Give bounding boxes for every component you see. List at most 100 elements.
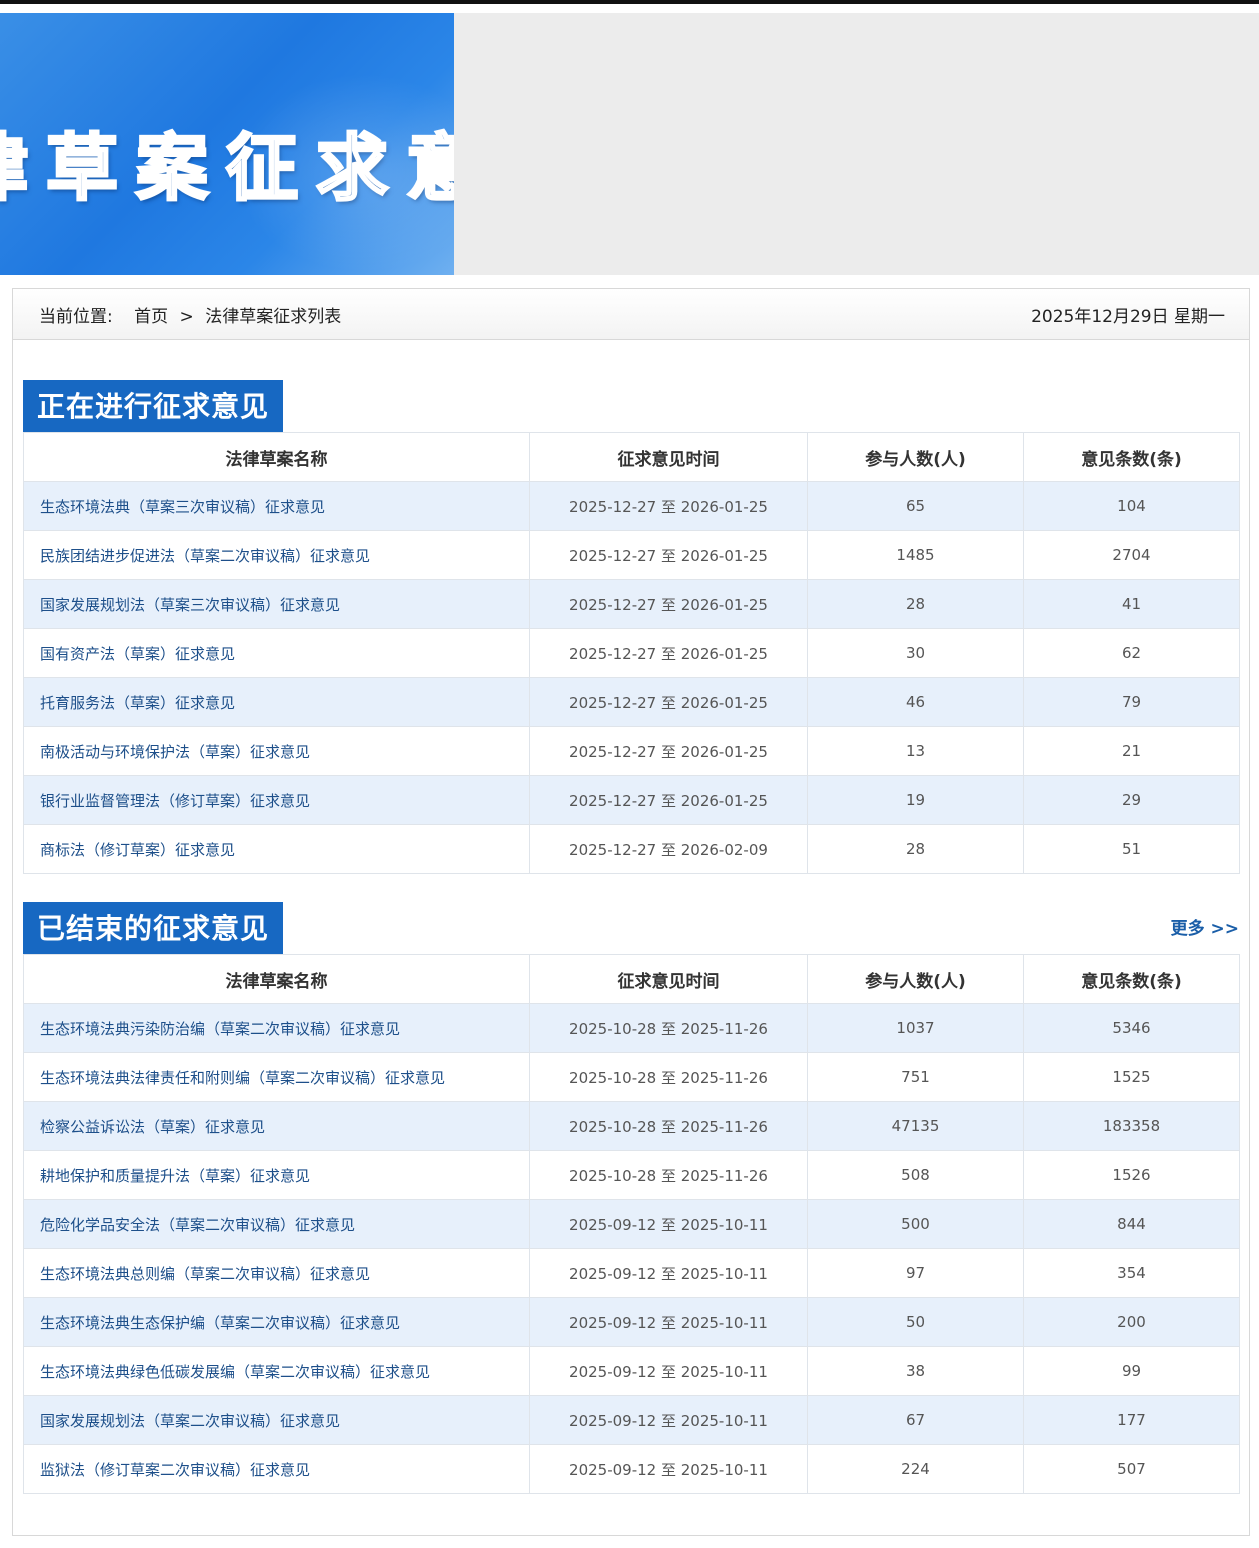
comment-count: 104 (1023, 481, 1240, 531)
table-row[interactable]: 国有资产法（草案）征求意见 2025-12-27 至 2026-01-25 30 62 (23, 628, 1240, 678)
comment-period: 2025-09-12 至 2025-10-11 (529, 1297, 808, 1347)
breadcrumb-home-link[interactable]: 首页 (134, 307, 168, 327)
table-row[interactable]: 民族团结进步促进法（草案二次审议稿）征求意见 2025-12-27 至 2026-… (23, 530, 1240, 580)
table-row[interactable]: 生态环境法典法律责任和附则编（草案二次审议稿）征求意见 2025-10-28 至 … (23, 1052, 1240, 1102)
comment-count: 844 (1023, 1199, 1240, 1249)
ended-section-header: 已结束的征求意见 更多 >> (23, 900, 1239, 956)
comment-count: 354 (1023, 1248, 1240, 1298)
breadcrumb: 当前位置: 首页 > 法律草案征求列表 (39, 302, 347, 327)
participant-count: 500 (807, 1199, 1024, 1249)
content-panel: 当前位置: 首页 > 法律草案征求列表 2025年12月29日 星期一 正在进行… (12, 288, 1250, 1536)
column-header-period: 征求意见时间 (529, 432, 808, 482)
ongoing-section-title: 正在进行征求意见 (23, 380, 284, 434)
draft-name-link[interactable]: 国家发展规划法（草案三次审议稿）征求意见 (23, 579, 530, 629)
draft-name-link[interactable]: 耕地保护和质量提升法（草案）征求意见 (23, 1150, 530, 1200)
draft-name-link[interactable]: 生态环境法典总则编（草案二次审议稿）征求意见 (23, 1248, 530, 1298)
comment-count: 79 (1023, 677, 1240, 727)
draft-name-link[interactable]: 生态环境法典生态保护编（草案二次审议稿）征求意见 (23, 1297, 530, 1347)
banner-image: 律草案征求意 (0, 13, 454, 275)
participant-count: 28 (807, 824, 1024, 874)
more-link[interactable]: 更多 >> (1171, 914, 1239, 939)
participant-count: 50 (807, 1297, 1024, 1347)
draft-name-link[interactable]: 国有资产法（草案）征求意见 (23, 628, 530, 678)
column-header-participants: 参与人数(人) (807, 954, 1024, 1004)
table-row[interactable]: 国家发展规划法（草案二次审议稿）征求意见 2025-09-12 至 2025-10… (23, 1395, 1240, 1445)
table-row[interactable]: 商标法（修订草案）征求意见 2025-12-27 至 2026-02-09 28 51 (23, 824, 1240, 874)
draft-name-link[interactable]: 危险化学品安全法（草案二次审议稿）征求意见 (23, 1199, 530, 1249)
draft-name-link[interactable]: 生态环境法典法律责任和附则编（草案二次审议稿）征求意见 (23, 1052, 530, 1102)
comment-period: 2025-12-27 至 2026-01-25 (529, 530, 808, 580)
comment-period: 2025-09-12 至 2025-10-11 (529, 1248, 808, 1298)
participant-count: 38 (807, 1346, 1024, 1396)
table-row[interactable]: 生态环境法典（草案三次审议稿）征求意见 2025-12-27 至 2026-01-… (23, 481, 1240, 531)
draft-name-link[interactable]: 生态环境法典（草案三次审议稿）征求意见 (23, 481, 530, 531)
draft-name-link[interactable]: 监狱法（修订草案二次审议稿）征求意见 (23, 1444, 530, 1494)
ended-section-title: 已结束的征求意见 (23, 902, 284, 956)
draft-name-link[interactable]: 银行业监督管理法（修订草案）征求意见 (23, 775, 530, 825)
comment-count: 507 (1023, 1444, 1240, 1494)
table-row[interactable]: 生态环境法典绿色低碳发展编（草案二次审议稿）征求意见 2025-09-12 至 2… (23, 1346, 1240, 1396)
participant-count: 67 (807, 1395, 1024, 1445)
participant-count: 1485 (807, 530, 1024, 580)
comment-period: 2025-12-27 至 2026-01-25 (529, 775, 808, 825)
column-header-name: 法律草案名称 (23, 954, 530, 1004)
comment-period: 2025-12-27 至 2026-01-25 (529, 481, 808, 531)
table-row[interactable]: 监狱法（修订草案二次审议稿）征求意见 2025-09-12 至 2025-10-1… (23, 1444, 1240, 1494)
top-rule (0, 0, 1259, 4)
participant-count: 1037 (807, 1003, 1024, 1053)
comment-period: 2025-10-28 至 2025-11-26 (529, 1003, 808, 1053)
table-row[interactable]: 国家发展规划法（草案三次审议稿）征求意见 2025-12-27 至 2026-01… (23, 579, 1240, 629)
table-row[interactable]: 生态环境法典总则编（草案二次审议稿）征求意见 2025-09-12 至 2025-… (23, 1248, 1240, 1298)
participant-count: 28 (807, 579, 1024, 629)
draft-name-link[interactable]: 生态环境法典绿色低碳发展编（草案二次审议稿）征求意见 (23, 1346, 530, 1396)
draft-name-link[interactable]: 商标法（修订草案）征求意见 (23, 824, 530, 874)
column-header-participants: 参与人数(人) (807, 432, 1024, 482)
ongoing-table: 法律草案名称 征求意见时间 参与人数(人) 意见条数(条) 生态环境法典（草案三… (23, 432, 1240, 874)
banner-row: 律草案征求意 (0, 13, 1259, 275)
comment-count: 177 (1023, 1395, 1240, 1445)
comment-period: 2025-09-12 至 2025-10-11 (529, 1444, 808, 1494)
draft-name-link[interactable]: 国家发展规划法（草案二次审议稿）征求意见 (23, 1395, 530, 1445)
comment-period: 2025-09-12 至 2025-10-11 (529, 1346, 808, 1396)
comment-count: 51 (1023, 824, 1240, 874)
ongoing-section-header: 正在进行征求意见 (23, 378, 1239, 434)
table-row[interactable]: 生态环境法典生态保护编（草案二次审议稿）征求意见 2025-09-12 至 202… (23, 1297, 1240, 1347)
participant-count: 65 (807, 481, 1024, 531)
breadcrumb-bar: 当前位置: 首页 > 法律草案征求列表 2025年12月29日 星期一 (13, 289, 1249, 340)
table-header-row: 法律草案名称 征求意见时间 参与人数(人) 意见条数(条) (23, 432, 1240, 482)
participant-count: 751 (807, 1052, 1024, 1102)
comment-period: 2025-12-27 至 2026-02-09 (529, 824, 808, 874)
column-header-name: 法律草案名称 (23, 432, 530, 482)
comment-period: 2025-12-27 至 2026-01-25 (529, 726, 808, 776)
breadcrumb-current: 法律草案征求列表 (205, 307, 342, 327)
table-row[interactable]: 检察公益诉讼法（草案）征求意见 2025-10-28 至 2025-11-26 47… (23, 1101, 1240, 1151)
comment-period: 2025-09-12 至 2025-10-11 (529, 1395, 808, 1445)
table-row[interactable]: 托育服务法（草案）征求意见 2025-12-27 至 2026-01-25 46 79 (23, 677, 1240, 727)
participant-count: 19 (807, 775, 1024, 825)
column-header-comments: 意见条数(条) (1023, 954, 1240, 1004)
table-row[interactable]: 耕地保护和质量提升法（草案）征求意见 2025-10-28 至 2025-11-2… (23, 1150, 1240, 1200)
participant-count: 46 (807, 677, 1024, 727)
comment-count: 2704 (1023, 530, 1240, 580)
draft-name-link[interactable]: 托育服务法（草案）征求意见 (23, 677, 530, 727)
comment-period: 2025-10-28 至 2025-11-26 (529, 1052, 808, 1102)
table-row[interactable]: 银行业监督管理法（修订草案）征求意见 2025-12-27 至 2026-01-2… (23, 775, 1240, 825)
participant-count: 97 (807, 1248, 1024, 1298)
comment-period: 2025-10-28 至 2025-11-26 (529, 1150, 808, 1200)
comment-period: 2025-12-27 至 2026-01-25 (529, 677, 808, 727)
draft-name-link[interactable]: 生态环境法典污染防治编（草案二次审议稿）征求意见 (23, 1003, 530, 1053)
comment-period: 2025-12-27 至 2026-01-25 (529, 579, 808, 629)
breadcrumb-separator: > (179, 307, 194, 327)
table-row[interactable]: 危险化学品安全法（草案二次审议稿）征求意见 2025-09-12 至 2025-1… (23, 1199, 1240, 1249)
table-header-row: 法律草案名称 征求意见时间 参与人数(人) 意见条数(条) (23, 954, 1240, 1004)
comment-count: 5346 (1023, 1003, 1240, 1053)
breadcrumb-label: 当前位置: (39, 307, 113, 327)
draft-name-link[interactable]: 民族团结进步促进法（草案二次审议稿）征求意见 (23, 530, 530, 580)
table-row[interactable]: 生态环境法典污染防治编（草案二次审议稿）征求意见 2025-10-28 至 202… (23, 1003, 1240, 1053)
comment-count: 29 (1023, 775, 1240, 825)
draft-name-link[interactable]: 检察公益诉讼法（草案）征求意见 (23, 1101, 530, 1151)
participant-count: 224 (807, 1444, 1024, 1494)
table-row[interactable]: 南极活动与环境保护法（草案）征求意见 2025-12-27 至 2026-01-2… (23, 726, 1240, 776)
draft-name-link[interactable]: 南极活动与环境保护法（草案）征求意见 (23, 726, 530, 776)
comment-count: 183358 (1023, 1101, 1240, 1151)
